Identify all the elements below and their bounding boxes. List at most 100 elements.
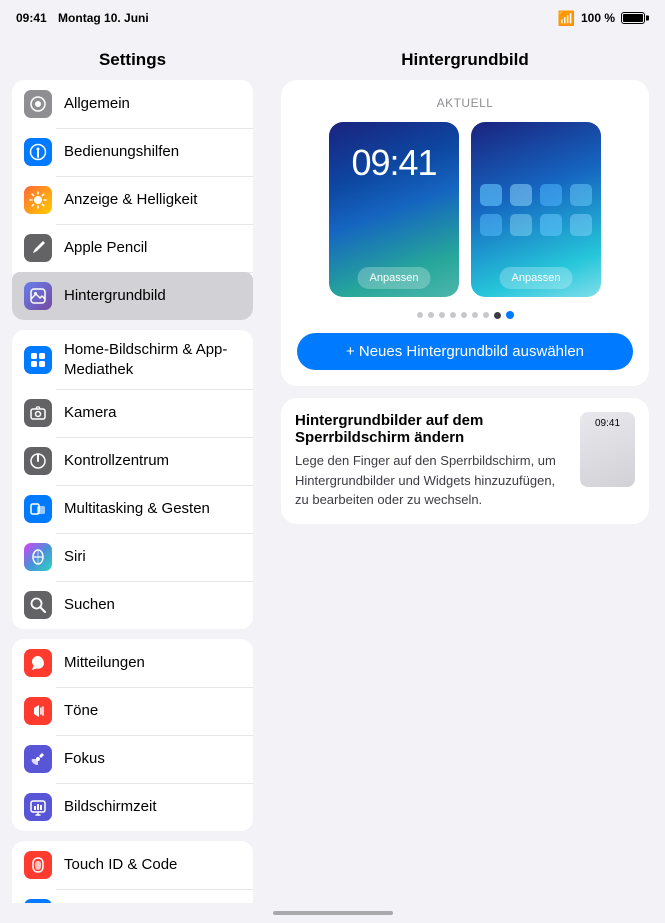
sidebar-item-fokus[interactable]: Fokus [12, 735, 253, 783]
pencil-icon [24, 234, 52, 262]
pencil-label: Apple Pencil [64, 238, 147, 258]
sidebar-title: Settings [0, 36, 265, 80]
suchen-icon [24, 591, 52, 619]
wallpaper-card: AKTUELL 09:41 Anpassen [281, 80, 649, 386]
home-label: Home-Bildschirm & App-Mediathek [64, 340, 241, 379]
sidebar-section-4: Touch ID & Code Datenschutz & Sicherheit [12, 841, 253, 903]
sidebar: Settings Allgemein Bedienungshilfen Anze… [0, 36, 265, 903]
touchid-label: Touch ID & Code [64, 855, 177, 875]
home-icon-6 [510, 214, 532, 236]
sidebar-item-toene[interactable]: Töne [12, 687, 253, 735]
sidebar-item-suchen[interactable]: Suchen [12, 581, 253, 629]
dot-4 [450, 312, 456, 318]
status-right: 📶 100 % [558, 10, 645, 27]
sidebar-item-siri[interactable]: Siri [12, 533, 253, 581]
main-layout: Settings Allgemein Bedienungshilfen Anze… [0, 36, 665, 903]
hintergrund-label: Hintergrundbild [64, 286, 166, 306]
allgemein-icon [24, 90, 52, 118]
toene-icon [24, 697, 52, 725]
home-indicator [0, 903, 665, 923]
home-icon-2 [510, 184, 532, 206]
status-bar: 09:41 Montag 10. Juni 📶 100 % [0, 0, 665, 36]
sidebar-section-2: Home-Bildschirm & App-Mediathek Kamera K… [12, 330, 253, 629]
dot-3 [439, 312, 445, 318]
home-icon-5 [480, 214, 502, 236]
dot-9 [506, 311, 514, 319]
add-wallpaper-button[interactable]: + Neues Hintergrundbild auswählen [297, 333, 633, 370]
touchid-icon [24, 851, 52, 879]
anzeige-icon [24, 186, 52, 214]
info-text: Hintergrundbilder auf dem Sperrbildschir… [295, 412, 568, 510]
sidebar-item-allgemein[interactable]: Allgemein [12, 80, 253, 128]
sidebar-item-datenschutz[interactable]: Datenschutz & Sicherheit [12, 889, 253, 903]
lock-preview-bg: 09:41 Anpassen [329, 122, 459, 297]
home-icon-8 [570, 214, 592, 236]
info-card-desc: Lege den Finger auf den Sperrbildschirm,… [295, 451, 568, 510]
dot-6 [472, 312, 478, 318]
info-thumbnail: 09:41 [580, 412, 635, 487]
home-icons-grid [471, 174, 601, 246]
home-screen-preview[interactable]: Anpassen [471, 122, 601, 297]
sidebar-section-3: Mitteilungen Töne Fokus Bildschirmzeit [12, 639, 253, 831]
sidebar-item-mitteilungen[interactable]: Mitteilungen [12, 639, 253, 687]
status-time-date: 09:41 Montag 10. Juni [16, 11, 149, 25]
siri-icon [24, 543, 52, 571]
sidebar-item-hintergrund[interactable]: Hintergrundbild [12, 272, 253, 320]
sidebar-item-pencil[interactable]: Apple Pencil [12, 224, 253, 272]
kontroll-label: Kontrollzentrum [64, 451, 169, 471]
home-icon [24, 346, 52, 374]
dot-1 [417, 312, 423, 318]
datenschutz-icon [24, 899, 52, 903]
content-title: Hintergrundbild [281, 36, 649, 80]
dot-8 [494, 312, 501, 319]
bedienungshilfen-icon [24, 138, 52, 166]
hintergrund-icon [24, 282, 52, 310]
home-icon-7 [540, 214, 562, 236]
status-date: Montag 10. Juni [58, 11, 149, 25]
info-card: Hintergrundbilder auf dem Sperrbildschir… [281, 398, 649, 524]
dot-2 [428, 312, 434, 318]
allgemein-label: Allgemein [64, 94, 130, 114]
home-anpassen-btn[interactable]: Anpassen [500, 267, 573, 289]
kamera-label: Kamera [64, 403, 117, 423]
sidebar-item-kontroll[interactable]: Kontrollzentrum [12, 437, 253, 485]
toene-label: Töne [64, 701, 98, 721]
sidebar-item-multitasking[interactable]: Multitasking & Gesten [12, 485, 253, 533]
kamera-icon [24, 399, 52, 427]
dot-7 [483, 312, 489, 318]
sidebar-item-touchid[interactable]: Touch ID & Code [12, 841, 253, 889]
home-bar [273, 911, 393, 915]
mitteilungen-icon [24, 649, 52, 677]
lock-time: 09:41 [351, 142, 436, 184]
wifi-icon: 📶 [558, 10, 575, 27]
lock-anpassen-btn[interactable]: Anpassen [358, 267, 431, 289]
home-icon-4 [570, 184, 592, 206]
wallpaper-previews: 09:41 Anpassen [297, 122, 633, 297]
battery-percent: 100 % [581, 11, 615, 25]
fokus-icon [24, 745, 52, 773]
sidebar-item-kamera[interactable]: Kamera [12, 389, 253, 437]
multitasking-icon [24, 495, 52, 523]
sidebar-section-1: Allgemein Bedienungshilfen Anzeige & Hel… [12, 80, 253, 320]
thumb-time: 09:41 [595, 418, 620, 429]
home-icon-1 [480, 184, 502, 206]
dots-indicator [297, 311, 633, 319]
aktuell-label: AKTUELL [297, 96, 633, 110]
battery-icon [621, 12, 645, 24]
sidebar-item-bildschirmzeit[interactable]: Bildschirmzeit [12, 783, 253, 831]
siri-label: Siri [64, 547, 86, 567]
lock-screen-preview[interactable]: 09:41 Anpassen [329, 122, 459, 297]
sidebar-item-anzeige[interactable]: Anzeige & Helligkeit [12, 176, 253, 224]
sidebar-item-home[interactable]: Home-Bildschirm & App-Mediathek [12, 330, 253, 389]
dot-5 [461, 312, 467, 318]
sidebar-item-bedienungshilfen[interactable]: Bedienungshilfen [12, 128, 253, 176]
content-area: Hintergrundbild AKTUELL 09:41 Anpassen [265, 36, 665, 903]
kontroll-icon [24, 447, 52, 475]
battery-fill [623, 14, 643, 22]
bedienungshilfen-label: Bedienungshilfen [64, 142, 179, 162]
home-preview-bg: Anpassen [471, 122, 601, 297]
bildschirmzeit-icon [24, 793, 52, 821]
fokus-label: Fokus [64, 749, 105, 769]
anzeige-label: Anzeige & Helligkeit [64, 190, 197, 210]
status-time: 09:41 [16, 11, 47, 25]
